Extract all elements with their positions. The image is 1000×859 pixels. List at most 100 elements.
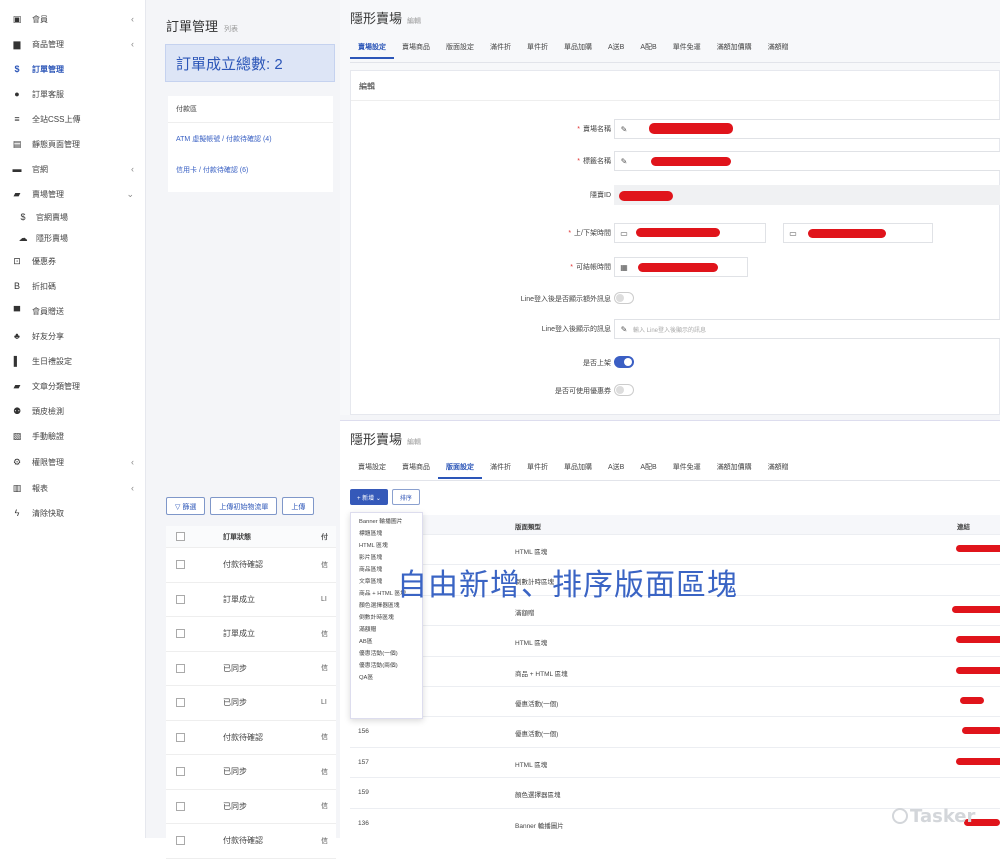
sidebar-item[interactable]: ♣ 好友分享 xyxy=(0,326,146,346)
table-row[interactable]: 已同步 信 xyxy=(166,755,336,790)
table-row[interactable]: 訂單成立 LI xyxy=(166,583,336,617)
dropdown-option[interactable]: 倒數計時區塊 xyxy=(351,612,422,624)
sidebar-item[interactable]: ▧ 手動驗證 xyxy=(0,426,146,446)
tab-item[interactable]: 滿額贈 xyxy=(760,37,797,59)
row-checkbox[interactable] xyxy=(176,801,185,811)
tab-item[interactable]: 單件折 xyxy=(519,457,556,479)
tab-item[interactable]: 賣場商品 xyxy=(394,457,438,479)
sidebar-item[interactable]: ▤ 靜態頁面管理 xyxy=(0,134,146,154)
tab-item[interactable]: 單品加購 xyxy=(556,37,600,59)
sidebar-item[interactable]: $ 訂單管理 xyxy=(0,59,146,79)
header-payment: 付 xyxy=(321,533,328,541)
row-checkbox[interactable] xyxy=(176,732,185,742)
tab-item[interactable]: 單件免運 xyxy=(665,37,709,59)
table-row[interactable]: 付款待確認 信 xyxy=(166,548,336,583)
sidebar-item[interactable]: ▥ 報表 ‹ xyxy=(0,478,146,498)
sidebar-item[interactable]: ⚙ 權限管理 ‹ xyxy=(0,452,146,472)
sidebar-item[interactable]: ▰ 文章分類管理 xyxy=(0,376,146,396)
row-checkbox[interactable] xyxy=(176,594,185,604)
coupon-toggle[interactable] xyxy=(614,384,634,396)
dropdown-option[interactable]: Banner 輪播圖片 xyxy=(351,516,422,528)
sidebar-item[interactable]: $ 官網賣場 xyxy=(0,207,146,227)
table-row[interactable]: 已同步 LI xyxy=(166,686,336,721)
tab-item[interactable]: A送B xyxy=(600,37,632,59)
row-checkbox[interactable] xyxy=(176,767,185,777)
add-block-button[interactable]: + 新增 ⌄ xyxy=(350,489,388,505)
tab-item[interactable]: 滿件折 xyxy=(482,457,519,479)
is-listed-toggle[interactable] xyxy=(614,356,634,368)
filter-button[interactable]: ▽ 篩選 xyxy=(166,497,206,515)
upload-button[interactable]: 上傳 xyxy=(282,497,315,515)
tab-item[interactable]: 滿額加價購 xyxy=(709,457,760,479)
tab-item[interactable]: 賣場設定 xyxy=(350,457,394,479)
dropdown-option[interactable]: 滿額贈 xyxy=(351,624,422,636)
payment-link-credit[interactable]: 信用卡 / 付款待確認 (6) xyxy=(168,154,333,185)
table-row[interactable]: 訂單成立 信 xyxy=(166,617,336,652)
sidebar-item[interactable]: ☁ 隱形賣場 xyxy=(0,228,146,248)
upload-logistics-button[interactable]: 上傳初始物流單 xyxy=(210,497,278,515)
table-row[interactable]: 157 HTML 區塊 xyxy=(350,748,1000,779)
line-msg-input[interactable]: ✎ 輸入 Line登入後顯示的訊息 xyxy=(614,319,1000,339)
tab-item[interactable]: A配B xyxy=(632,37,664,59)
sidebar-item[interactable]: ● 訂單客服 xyxy=(0,84,146,104)
tab-item[interactable]: 版面設定 xyxy=(438,37,482,59)
row-checkbox[interactable] xyxy=(176,629,185,639)
tab-item[interactable]: 賣場商品 xyxy=(394,37,438,59)
sidebar-item[interactable]: ϟ 清除快取 xyxy=(0,503,146,523)
sidebar-item[interactable]: ▀ 會員贈送 xyxy=(0,301,146,321)
dropdown-option[interactable]: 優惠活動(一個) xyxy=(351,648,422,660)
dropdown-option[interactable]: QA區 xyxy=(351,672,422,684)
table-row[interactable]: 已同步 信 xyxy=(166,652,336,686)
table-row[interactable]: 付款待確認 信 xyxy=(166,721,336,755)
payment-link-atm[interactable]: ATM 虛擬帳號 / 付款待確認 (4) xyxy=(168,123,333,154)
dropdown-option[interactable]: AB區 xyxy=(351,636,422,648)
tab-item[interactable]: 滿額加價購 xyxy=(709,37,760,59)
tab-item[interactable]: A配B xyxy=(632,457,664,479)
table-row[interactable]: HTML 區塊 xyxy=(350,626,1000,657)
pencil-icon: ✎ xyxy=(620,124,628,134)
select-all-checkbox[interactable] xyxy=(176,532,185,541)
order-toolbar: ▽ 篩選 上傳初始物流單 上傳 xyxy=(166,497,315,515)
tab-item[interactable]: 單件免運 xyxy=(665,457,709,479)
block-type: 優惠活動(一個) xyxy=(515,731,559,739)
panel-title: 隱形賣場 編輯 xyxy=(350,8,421,27)
sort-button[interactable]: 排序 xyxy=(391,489,420,505)
sidebar-item[interactable]: ▆ 商品管理 ‹ xyxy=(0,34,146,54)
tab-item[interactable]: 版面設定 xyxy=(438,457,482,479)
dropdown-option[interactable]: 優惠活動(兩個) xyxy=(351,660,422,672)
sidebar-item[interactable]: ⚉ 頭皮檢測 xyxy=(0,401,146,421)
redaction-mark xyxy=(638,263,718,272)
calendar-icon: ▭ xyxy=(620,228,628,238)
tab-item[interactable]: 滿額贈 xyxy=(760,457,797,479)
sidebar-item[interactable]: ▰ 賣場管理 ⌄ xyxy=(0,184,146,204)
table-row[interactable]: 159 顏色選擇器區塊 xyxy=(350,778,1000,809)
sidebar-item[interactable]: ≡ 全站CSS上傳 xyxy=(0,109,146,129)
tab-divider xyxy=(350,480,1000,481)
tab-item[interactable]: 滿件折 xyxy=(482,37,519,59)
page-subtitle: 列表 xyxy=(224,26,239,33)
tab-item[interactable]: 單件折 xyxy=(519,37,556,59)
row-checkbox[interactable] xyxy=(176,560,185,570)
row-checkbox[interactable] xyxy=(176,698,185,708)
order-status: 付款待確認 xyxy=(223,560,263,570)
table-row[interactable]: 商品 + HTML 區塊 xyxy=(350,657,1000,687)
table-row[interactable]: 156 優惠活動(一個) xyxy=(350,717,1000,748)
table-row[interactable]: 已同步 信 xyxy=(166,790,336,824)
line-extra-toggle[interactable] xyxy=(614,292,634,304)
sidebar-item[interactable]: ▣ 會員 ‹ xyxy=(0,9,146,29)
id-card-icon: ▧ xyxy=(12,430,22,441)
table-row[interactable]: 付款待確認 信 xyxy=(166,824,336,859)
dropdown-option[interactable]: HTML 區塊 xyxy=(351,540,422,552)
table-row[interactable]: 優惠活動(一個) xyxy=(350,687,1000,718)
sidebar-item[interactable]: ▬ 官網 ‹ xyxy=(0,159,146,179)
row-checkbox[interactable] xyxy=(176,663,185,673)
tab-item[interactable]: 單品加購 xyxy=(556,457,600,479)
label-schedule: * 上/下架時間 xyxy=(568,230,611,237)
sidebar-item[interactable]: ⊡ 優惠券 xyxy=(0,251,146,271)
block-toolbar: + 新增 ⌄ 排序 xyxy=(350,489,420,505)
tab-item[interactable]: A送B xyxy=(600,457,632,479)
sidebar-item[interactable]: B 折扣碼 xyxy=(0,276,146,296)
dropdown-option[interactable]: 標題區塊 xyxy=(351,528,422,540)
sidebar-item[interactable]: ▌ 生日禮設定 xyxy=(0,351,146,371)
tab-item[interactable]: 賣場設定 xyxy=(350,37,394,59)
